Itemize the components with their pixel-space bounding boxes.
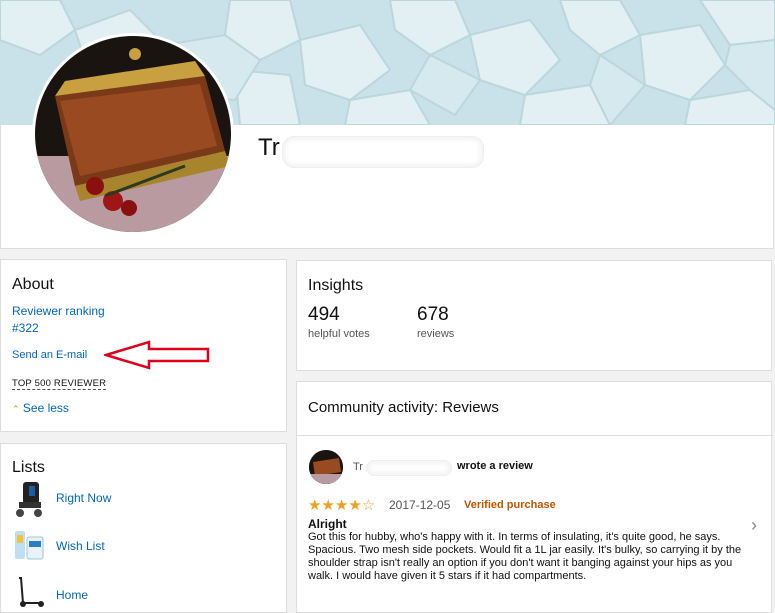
redacted-name	[282, 136, 484, 168]
lists-title: Lists	[12, 459, 45, 476]
insights-title: Insights	[308, 277, 364, 294]
chevron-right-icon[interactable]: ›	[751, 515, 757, 536]
stroller-thumbnail-icon	[16, 482, 42, 517]
review-title[interactable]: Alright	[308, 517, 347, 531]
insights-panel: Insights 494 helpful votes 678 reviews	[296, 260, 772, 371]
scooter-thumbnail-icon	[19, 577, 44, 607]
reviews-count-value: 678	[417, 304, 449, 325]
review-body-paragraph-1: Got this for hubby, who's happy with it.…	[308, 531, 721, 543]
arrow-annotation-icon	[104, 340, 210, 370]
redacted-author	[366, 460, 452, 476]
list-label-wish-list[interactable]: Wish List	[56, 539, 105, 553]
helpful-votes-value: 494	[308, 304, 340, 325]
top-reviewer-badge[interactable]: TOP 500 REVIEWER	[12, 378, 107, 390]
review-body[interactable]: Got this for hubby, who's happy with it.…	[308, 531, 756, 583]
see-less-toggle[interactable]: ⌃ See less	[12, 401, 69, 415]
star-rating: ★★★★☆	[308, 497, 376, 514]
list-label-home[interactable]: Home	[56, 588, 88, 602]
review-author-name[interactable]: Tr	[353, 461, 363, 473]
about-title: About	[12, 276, 54, 293]
reviews-count-label: reviews	[417, 328, 455, 340]
reviewer-ranking-link[interactable]: Reviewer ranking	[12, 304, 105, 318]
review-author-avatar[interactable]	[309, 450, 343, 484]
see-less-label: See less	[22, 401, 69, 415]
verified-purchase-badge: Verified purchase	[464, 499, 556, 511]
reviewer-ranking-value[interactable]: #322	[12, 321, 39, 335]
product-thumbnail-icon	[15, 531, 44, 560]
divider	[297, 435, 773, 436]
send-email-link[interactable]: Send an E-mail	[12, 349, 87, 361]
profile-name: Tr	[258, 134, 280, 161]
profile-avatar[interactable]	[32, 33, 234, 235]
chevron-up-icon: ⌃	[12, 404, 20, 414]
community-title: Community activity: Reviews	[308, 399, 499, 416]
helpful-votes-label: helpful votes	[308, 328, 370, 340]
review-date: 2017-12-05	[389, 498, 451, 512]
list-label-right-now[interactable]: Right Now	[56, 491, 111, 505]
review-body-paragraph-2: Spacious. Two mesh side pockets. Would f…	[308, 544, 742, 582]
list-item-right-now[interactable]	[11, 480, 47, 518]
list-item-home[interactable]	[11, 575, 47, 608]
review-action: wrote a review	[457, 460, 533, 472]
list-item-wish-list[interactable]	[11, 527, 47, 565]
